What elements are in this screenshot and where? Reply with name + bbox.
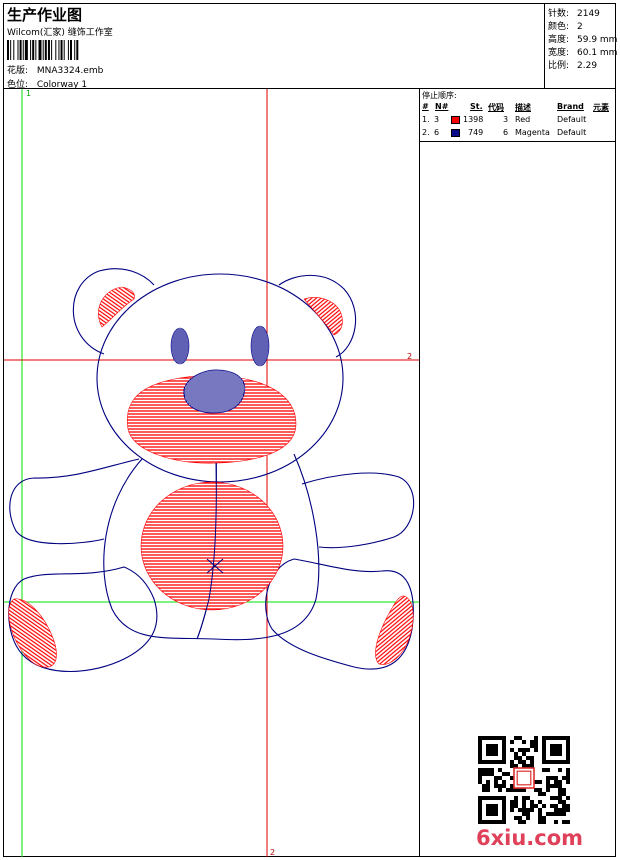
watermark-logo: 6xiu.com [476,826,584,850]
color-swatch-red [451,116,460,124]
stop-sequence-header: # N# St. 代码 描述 Brand 元素 [420,102,616,114]
stat-colors: 颜色: 2 [548,22,583,32]
right-arm-outline [301,472,415,549]
table-row: 1. 3 1398 3 Red Default [422,115,587,124]
guide-marker-right: 2 [407,352,412,361]
header-info: 生产作业图 Wilcom(汇家) 缝饰工作室 花版: MNA3324.emb 色… [4,4,544,90]
stat-width: 宽度: 60.1 mm [548,48,618,58]
qr-code [478,736,570,824]
color-swatch-blue [451,129,460,137]
stop-sequence-panel: 停止顺序: # N# St. 代码 描述 Brand 元素 1. 3 1398 … [420,89,616,141]
left-eye [170,327,190,365]
stat-scale: 比例: 2.29 [548,61,598,71]
right-foot-pad [375,595,414,665]
design-value: MNA3324.emb [36,66,104,76]
col-brand: Brand [557,102,584,111]
stat-stitches: 针数: 2149 [548,9,600,19]
col-element: 元素 [593,103,609,112]
panel-divider [419,88,420,857]
guide-marker-top: 1 [26,89,31,98]
stats-box: 针数: 2149 颜色: 2 高度: 59.9 mm 宽度: 60.1 mm 比例: 2.… [544,4,618,88]
left-arm-outline [9,458,140,545]
guide-marker-bottom: 2 [270,848,275,857]
page-title: 生产作业图 [7,6,83,24]
embroidery-canvas: 1 2 2 [4,89,419,857]
barcode [7,40,79,60]
panel-bottom-line [420,141,616,142]
stat-height: 高度: 59.9 mm [548,35,618,45]
right-ear-outline [278,274,357,358]
col-desc: 描述 [515,103,531,112]
company-name: Wilcom(汇家) 缝饰工作室 [7,28,113,38]
right-eye [250,325,270,367]
col-stitches: St. [470,102,483,111]
table-row: 2. 6 749 6 Magenta Default [422,128,587,137]
col-index: # [422,102,429,111]
belly-patch [140,481,284,611]
col-needle: N# [435,102,449,111]
design-row: 花版: MNA3324.emb [7,63,103,76]
design-label: 花版: [7,66,29,76]
stop-sequence-title: 停止顺序: [422,91,457,100]
col-code: 代码 [488,103,504,112]
left-foot-pad [8,598,57,668]
right-ear-patch [303,297,343,336]
